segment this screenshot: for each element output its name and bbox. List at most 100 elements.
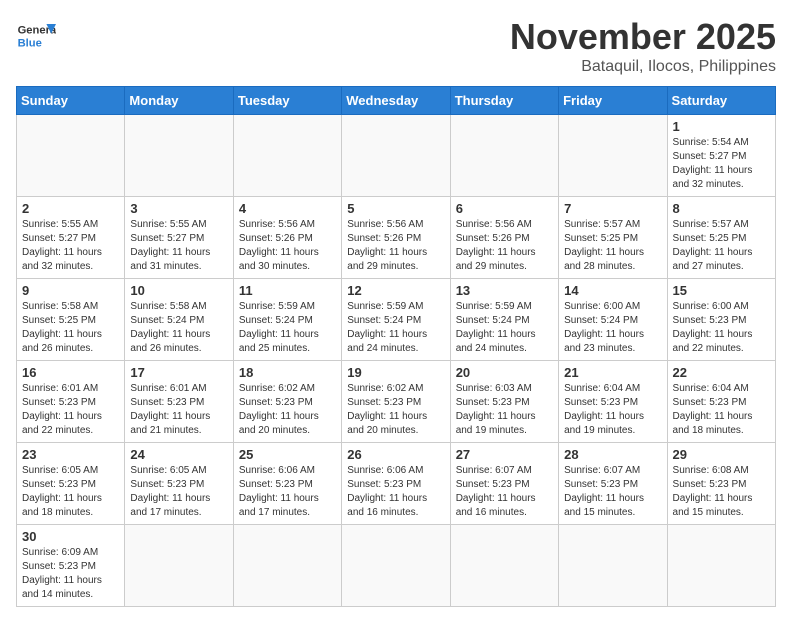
- day-number: 6: [456, 201, 553, 216]
- day-info: Sunrise: 6:02 AM Sunset: 5:23 PM Dayligh…: [347, 382, 444, 438]
- day-info: Sunrise: 5:59 AM Sunset: 5:24 PM Dayligh…: [456, 300, 553, 356]
- header-sunday: Sunday: [17, 87, 125, 115]
- day-number: 2: [22, 201, 119, 216]
- day-number: 19: [347, 365, 444, 380]
- table-row: 11 Sunrise: 5:59 AM Sunset: 5:24 PM Dayli…: [233, 279, 341, 361]
- table-row: 10 Sunrise: 5:58 AM Sunset: 5:24 PM Dayli…: [125, 279, 233, 361]
- table-row: [667, 525, 775, 607]
- day-number: 11: [239, 283, 336, 298]
- day-number: 26: [347, 447, 444, 462]
- day-number: 20: [456, 365, 553, 380]
- day-number: 5: [347, 201, 444, 216]
- day-number: 10: [130, 283, 227, 298]
- table-row: 23Sunrise: 6:05 AM Sunset: 5:23 PM Dayli…: [17, 443, 125, 525]
- week-row-4: 16 Sunrise: 6:01 AM Sunset: 5:23 PM Dayli…: [17, 361, 776, 443]
- header-monday: Monday: [125, 87, 233, 115]
- table-row: 30 Sunrise: 6:09 AM Sunset: 5:23 PM Dayli…: [17, 525, 125, 607]
- table-row: 28Sunrise: 6:07 AM Sunset: 5:23 PM Dayli…: [559, 443, 667, 525]
- header-tuesday: Tuesday: [233, 87, 341, 115]
- day-info: Sunrise: 6:01 AM Sunset: 5:23 PM Dayligh…: [22, 382, 119, 438]
- day-number: 16: [22, 365, 119, 380]
- day-number: 1: [673, 119, 770, 134]
- day-info: Sunrise: 5:55 AM Sunset: 5:27 PM Dayligh…: [22, 218, 119, 274]
- day-number: 27: [456, 447, 553, 462]
- svg-text:Blue: Blue: [18, 37, 42, 49]
- day-info: Sunrise: 6:08 AM Sunset: 5:23 PM Dayligh…: [673, 464, 770, 520]
- table-row: 9 Sunrise: 5:58 AM Sunset: 5:25 PM Daylig…: [17, 279, 125, 361]
- title-section: November 2025 Bataquil, Ilocos, Philippi…: [510, 16, 776, 76]
- day-number: 24: [130, 447, 227, 462]
- month-title: November 2025: [510, 16, 776, 58]
- page-header: General Blue November 2025 Bataquil, Ilo…: [16, 16, 776, 76]
- day-info: Sunrise: 6:04 AM Sunset: 5:23 PM Dayligh…: [673, 382, 770, 438]
- table-row: 21Sunrise: 6:04 AM Sunset: 5:23 PM Dayli…: [559, 361, 667, 443]
- table-row: 8 Sunrise: 5:57 AM Sunset: 5:25 PM Daylig…: [667, 197, 775, 279]
- table-row: 22 Sunrise: 6:04 AM Sunset: 5:23 PM Dayli…: [667, 361, 775, 443]
- day-info: Sunrise: 5:58 AM Sunset: 5:25 PM Dayligh…: [22, 300, 119, 356]
- day-info: Sunrise: 5:56 AM Sunset: 5:26 PM Dayligh…: [347, 218, 444, 274]
- table-row: [342, 115, 450, 197]
- day-number: 8: [673, 201, 770, 216]
- table-row: 16 Sunrise: 6:01 AM Sunset: 5:23 PM Dayli…: [17, 361, 125, 443]
- table-row: 13 Sunrise: 5:59 AM Sunset: 5:24 PM Dayli…: [450, 279, 558, 361]
- week-row-3: 9 Sunrise: 5:58 AM Sunset: 5:25 PM Daylig…: [17, 279, 776, 361]
- table-row: [17, 115, 125, 197]
- day-info: Sunrise: 5:57 AM Sunset: 5:25 PM Dayligh…: [673, 218, 770, 274]
- day-info: Sunrise: 6:07 AM Sunset: 5:23 PM Dayligh…: [456, 464, 553, 520]
- logo-icon: General Blue: [16, 16, 56, 56]
- day-info: Sunrise: 6:01 AM Sunset: 5:23 PM Dayligh…: [130, 382, 227, 438]
- table-row: 15 Sunrise: 6:00 AM Sunset: 5:23 PM Dayli…: [667, 279, 775, 361]
- table-row: 12Sunrise: 5:59 AM Sunset: 5:24 PM Dayli…: [342, 279, 450, 361]
- table-row: 14Sunrise: 6:00 AM Sunset: 5:24 PM Dayli…: [559, 279, 667, 361]
- day-info: Sunrise: 6:00 AM Sunset: 5:23 PM Dayligh…: [673, 300, 770, 356]
- day-number: 30: [22, 529, 119, 544]
- day-info: Sunrise: 6:07 AM Sunset: 5:23 PM Dayligh…: [564, 464, 661, 520]
- table-row: 27 Sunrise: 6:07 AM Sunset: 5:23 PM Dayli…: [450, 443, 558, 525]
- header-saturday: Saturday: [667, 87, 775, 115]
- day-number: 17: [130, 365, 227, 380]
- day-number: 25: [239, 447, 336, 462]
- day-info: Sunrise: 5:54 AM Sunset: 5:27 PM Dayligh…: [673, 136, 770, 192]
- header-friday: Friday: [559, 87, 667, 115]
- day-number: 4: [239, 201, 336, 216]
- week-row-2: 2 Sunrise: 5:55 AM Sunset: 5:27 PM Daylig…: [17, 197, 776, 279]
- day-info: Sunrise: 6:05 AM Sunset: 5:23 PM Dayligh…: [22, 464, 119, 520]
- table-row: [342, 525, 450, 607]
- table-row: [559, 115, 667, 197]
- table-row: 20 Sunrise: 6:03 AM Sunset: 5:23 PM Dayli…: [450, 361, 558, 443]
- table-row: 18 Sunrise: 6:02 AM Sunset: 5:23 PM Dayli…: [233, 361, 341, 443]
- day-number: 12: [347, 283, 444, 298]
- header-wednesday: Wednesday: [342, 87, 450, 115]
- day-info: Sunrise: 6:09 AM Sunset: 5:23 PM Dayligh…: [22, 546, 119, 602]
- calendar-table: Sunday Monday Tuesday Wednesday Thursday…: [16, 86, 776, 607]
- table-row: [233, 525, 341, 607]
- table-row: [450, 525, 558, 607]
- day-info: Sunrise: 6:03 AM Sunset: 5:23 PM Dayligh…: [456, 382, 553, 438]
- table-row: 19 Sunrise: 6:02 AM Sunset: 5:23 PM Dayli…: [342, 361, 450, 443]
- day-number: 15: [673, 283, 770, 298]
- table-row: 4Sunrise: 5:56 AM Sunset: 5:26 PM Daylig…: [233, 197, 341, 279]
- week-row-5: 23Sunrise: 6:05 AM Sunset: 5:23 PM Dayli…: [17, 443, 776, 525]
- day-number: 29: [673, 447, 770, 462]
- table-row: 24Sunrise: 6:05 AM Sunset: 5:23 PM Dayli…: [125, 443, 233, 525]
- week-row-6: 30 Sunrise: 6:09 AM Sunset: 5:23 PM Dayli…: [17, 525, 776, 607]
- table-row: [125, 525, 233, 607]
- table-row: 7 Sunrise: 5:57 AM Sunset: 5:25 PM Daylig…: [559, 197, 667, 279]
- table-row: 25Sunrise: 6:06 AM Sunset: 5:23 PM Dayli…: [233, 443, 341, 525]
- day-info: Sunrise: 6:02 AM Sunset: 5:23 PM Dayligh…: [239, 382, 336, 438]
- day-number: 22: [673, 365, 770, 380]
- day-info: Sunrise: 5:57 AM Sunset: 5:25 PM Dayligh…: [564, 218, 661, 274]
- table-row: 6 Sunrise: 5:56 AM Sunset: 5:26 PM Daylig…: [450, 197, 558, 279]
- table-row: [233, 115, 341, 197]
- day-number: 18: [239, 365, 336, 380]
- table-row: 26Sunrise: 6:06 AM Sunset: 5:23 PM Dayli…: [342, 443, 450, 525]
- day-number: 9: [22, 283, 119, 298]
- table-row: [125, 115, 233, 197]
- day-number: 7: [564, 201, 661, 216]
- logo: General Blue: [16, 16, 56, 56]
- week-row-1: 1 Sunrise: 5:54 AM Sunset: 5:27 PM Daylig…: [17, 115, 776, 197]
- day-info: Sunrise: 5:58 AM Sunset: 5:24 PM Dayligh…: [130, 300, 227, 356]
- day-info: Sunrise: 5:59 AM Sunset: 5:24 PM Dayligh…: [239, 300, 336, 356]
- day-number: 13: [456, 283, 553, 298]
- day-info: Sunrise: 5:56 AM Sunset: 5:26 PM Dayligh…: [456, 218, 553, 274]
